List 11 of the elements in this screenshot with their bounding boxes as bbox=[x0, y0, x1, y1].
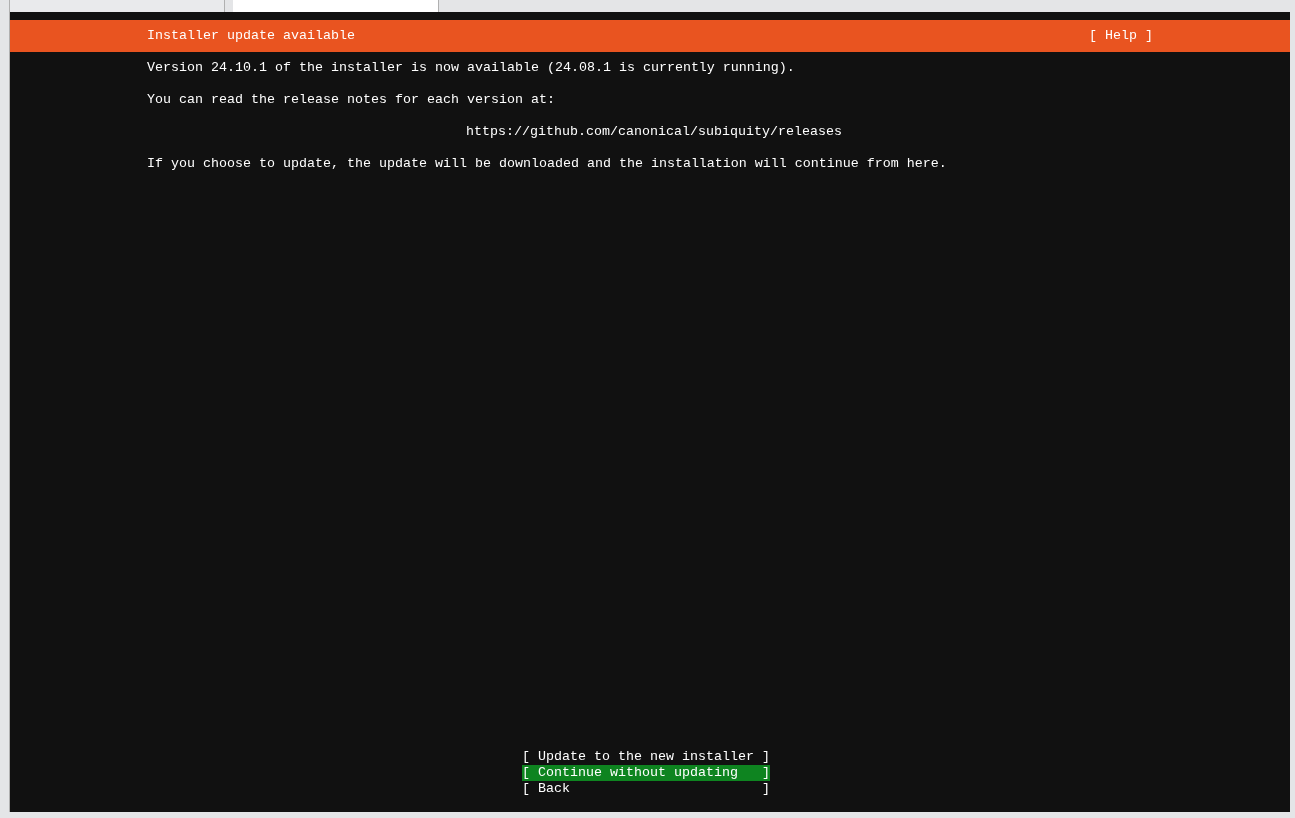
dialog-title: Installer update available bbox=[147, 28, 355, 44]
message-text: You can read the release notes for each version at: bbox=[147, 92, 556, 108]
release-notes-link[interactable]: https://github.com/canonical/subiquity/releases bbox=[466, 124, 1290, 140]
menu-button[interactable]: [ Back ] bbox=[522, 781, 770, 797]
message-text: Version 24.10.1 of the installer is now available (24.08.1 is currently running). bbox=[147, 60, 796, 76]
menu-button[interactable]: [ Update to the new installer ] bbox=[522, 749, 770, 765]
message-text: If you choose to update, the update will be downloaded and the installation will continue from here. bbox=[147, 156, 948, 172]
browser-tab[interactable] bbox=[10, 0, 225, 12]
help-button[interactable]: [ Help ] bbox=[1089, 28, 1153, 44]
browser-tab[interactable] bbox=[233, 0, 438, 12]
menu-button[interactable]: [ Continue without updating ] bbox=[522, 765, 770, 781]
